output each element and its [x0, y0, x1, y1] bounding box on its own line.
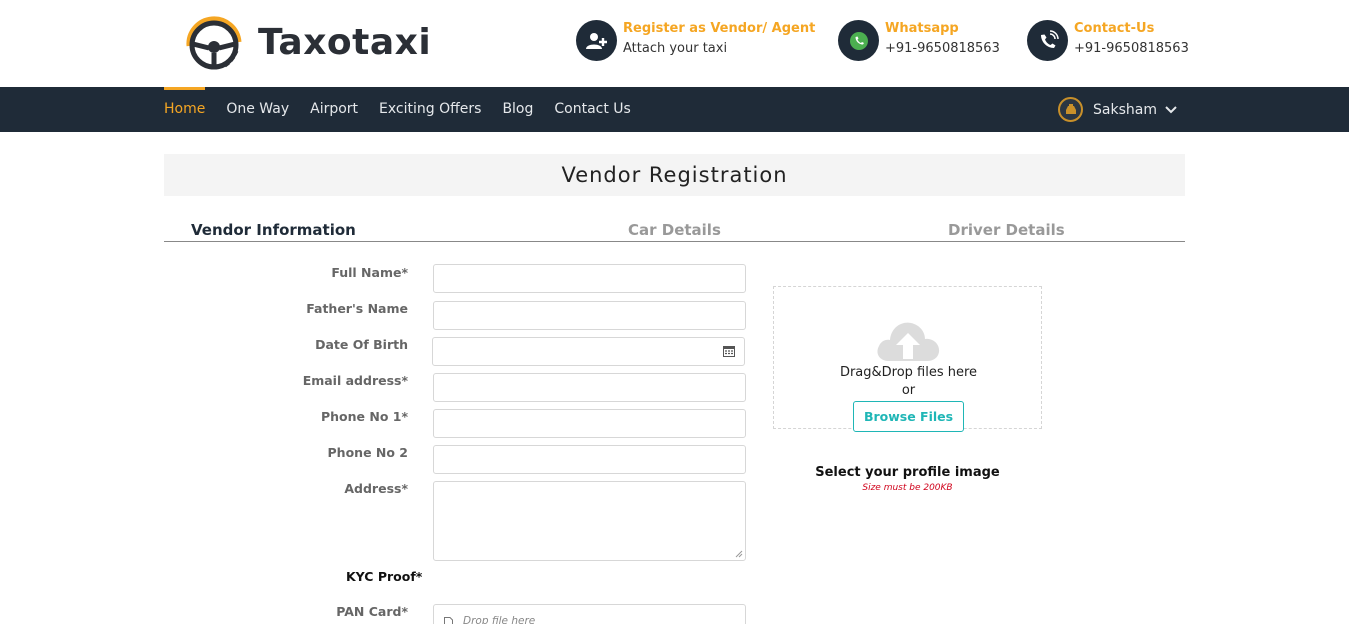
- pan-card-drop-text: Drop file here: [463, 615, 536, 624]
- user-name: Saksham: [1093, 101, 1157, 118]
- phone-icon: [1027, 20, 1068, 61]
- phone1-label: Phone No 1*: [320, 409, 408, 424]
- nav-airport[interactable]: Airport: [310, 87, 358, 132]
- resize-grip-icon[interactable]: [733, 548, 743, 558]
- step-driver-details[interactable]: Driver Details: [948, 221, 1065, 239]
- contact-us-number: +91-9650818563: [1074, 41, 1189, 56]
- add-user-icon: [576, 20, 617, 61]
- whatsapp-title: Whatsapp: [885, 21, 959, 36]
- address-label: Address*: [344, 481, 408, 496]
- steering-wheel-logo-icon: [186, 16, 242, 70]
- top-header: Taxotaxi Register as Vendor/ Agent Attac…: [0, 0, 1349, 87]
- pan-card-dropzone[interactable]: Drop file here: [433, 604, 746, 624]
- father-name-label: Father's Name: [306, 301, 408, 316]
- calendar-icon[interactable]: [723, 345, 735, 357]
- logo-text: Taxotaxi: [258, 22, 432, 63]
- phone2-label: Phone No 2: [327, 445, 408, 460]
- nav-blog[interactable]: Blog: [502, 87, 533, 132]
- or-text: or: [901, 383, 916, 398]
- register-vendor-link[interactable]: Register as Vendor/ Agent Attach your ta…: [576, 20, 815, 62]
- kyc-proof-heading: KYC Proof*: [346, 569, 423, 584]
- main-nav: Home One Way Airport Exciting Offers Blo…: [0, 87, 1349, 132]
- nav-exciting-offers[interactable]: Exciting Offers: [379, 87, 481, 132]
- nav-contact-us[interactable]: Contact Us: [554, 87, 630, 132]
- contact-us-title: Contact-Us: [1074, 21, 1155, 36]
- browse-files-button[interactable]: Browse Files: [853, 401, 964, 432]
- step-vendor-information[interactable]: Vendor Information: [191, 221, 356, 239]
- nav-home[interactable]: Home: [164, 87, 206, 132]
- registration-steps: Vendor Information Car Details Driver De…: [164, 215, 1185, 242]
- profile-image-caption: Select your profile image: [815, 465, 1000, 480]
- drag-drop-text: Drag&Drop files here: [839, 365, 978, 380]
- dob-label: Date Of Birth: [315, 337, 408, 352]
- phone2-input[interactable]: [433, 445, 746, 474]
- whatsapp-icon: [838, 20, 879, 61]
- file-icon: [444, 617, 453, 624]
- full-name-input[interactable]: [433, 264, 746, 293]
- register-vendor-title: Register as Vendor/ Agent: [623, 21, 816, 36]
- full-name-label: Full Name*: [331, 265, 408, 280]
- logo[interactable]: Taxotaxi: [183, 12, 431, 72]
- contact-us-link[interactable]: Contact-Us +91-9650818563: [1027, 20, 1189, 62]
- profile-image-dropzone[interactable]: Drag&Drop files here or Browse Files: [773, 286, 1042, 432]
- whatsapp-number: +91-9650818563: [885, 41, 1000, 56]
- address-textarea[interactable]: [433, 481, 746, 561]
- user-menu[interactable]: Saksham: [1058, 95, 1177, 124]
- email-label: Email address*: [302, 373, 408, 388]
- phone1-input[interactable]: [433, 409, 746, 438]
- pan-card-label: PAN Card*: [336, 604, 408, 619]
- cloud-upload-icon: [877, 322, 940, 361]
- nav-one-way[interactable]: One Way: [226, 87, 289, 132]
- nav-menu: Home One Way Airport Exciting Offers Blo…: [164, 87, 652, 132]
- whatsapp-link[interactable]: Whatsapp +91-9650818563: [838, 20, 1000, 62]
- email-input[interactable]: [433, 373, 746, 402]
- father-name-input[interactable]: [433, 301, 746, 330]
- chevron-down-icon: [1165, 105, 1177, 113]
- register-vendor-subtitle: Attach your taxi: [623, 41, 728, 56]
- size-limit-note: Size must be 200KB: [862, 483, 953, 493]
- dob-input[interactable]: [432, 337, 745, 366]
- page-title: Vendor Registration: [164, 154, 1185, 196]
- taxi-avatar-icon: [1058, 97, 1083, 122]
- step-car-details[interactable]: Car Details: [628, 221, 721, 239]
